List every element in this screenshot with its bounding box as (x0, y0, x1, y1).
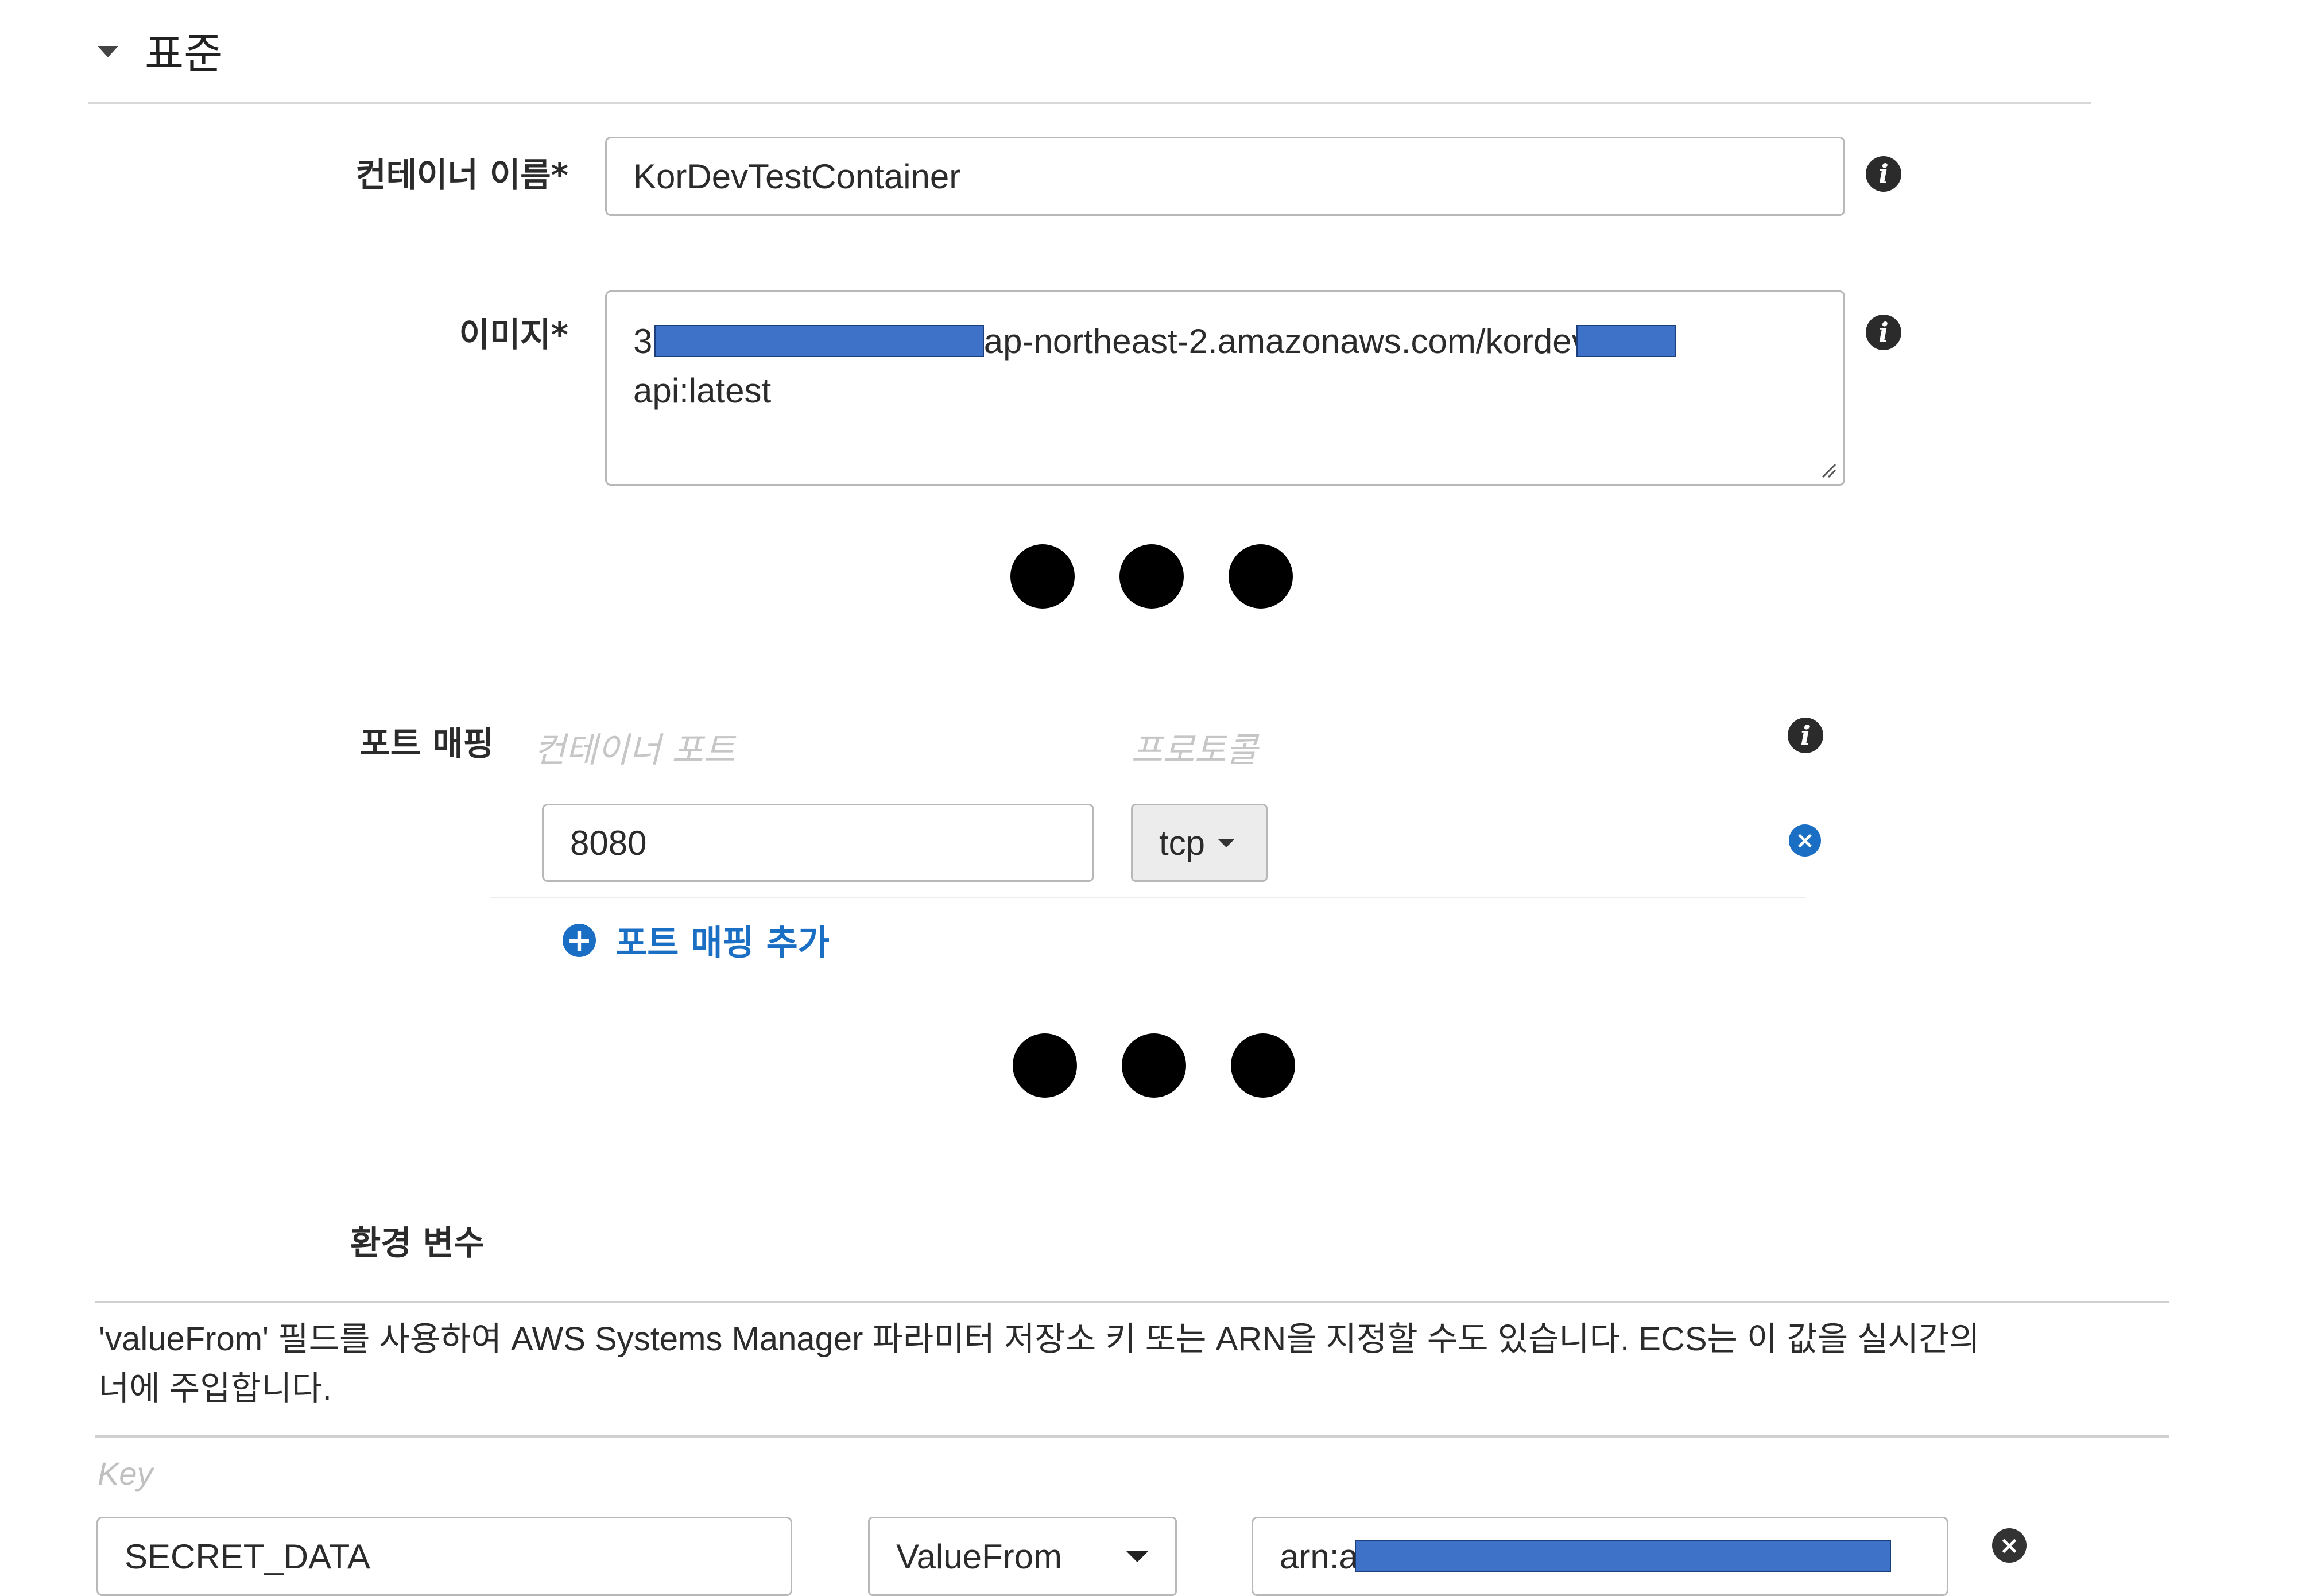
image-line-2: api:latest (633, 366, 1843, 415)
env-description-line-2: 너에 주입합니다. (99, 1370, 332, 1407)
caret-down-icon[interactable] (98, 46, 118, 57)
env-vars-label: 환경 변수 (350, 1223, 485, 1262)
redaction-block (1576, 325, 1676, 357)
container-name-input[interactable]: KorDevTestContainer (605, 137, 1845, 216)
ellipsis-dot (1229, 544, 1293, 609)
container-port-input[interactable]: 8080 (542, 804, 1094, 882)
redaction-block (654, 325, 984, 357)
env-value-prefix: arn:a (1280, 1537, 1358, 1576)
port-mapping-label: 포트 매핑 (359, 724, 494, 763)
section-header[interactable]: 표준 (98, 24, 223, 79)
plus-circle-icon: + (563, 923, 596, 957)
info-icon[interactable]: i (1866, 156, 1901, 192)
key-header: Key (98, 1455, 153, 1492)
image-textarea[interactable]: 31 ap-northeast-2.amazonaws.com/kordev a… (605, 290, 1845, 486)
ellipsis-dot (1231, 1033, 1295, 1098)
redaction-block (1354, 1540, 1891, 1572)
chevron-down-icon (1126, 1551, 1149, 1562)
ellipsis-dot (1122, 1033, 1186, 1098)
section-title: 표준 (145, 29, 223, 79)
protocol-value: tcp (1159, 823, 1206, 862)
image-label: 이미지* (459, 315, 568, 354)
image-line1-middle: ap-northeast-2.amazonaws.com/kordev (983, 321, 1589, 361)
env-key-value: SECRET_DATA (125, 1537, 370, 1576)
env-description: 'valueFrom' 필드를 사용하여 AWS Systems Manager… (99, 1315, 2169, 1413)
env-divider-top (95, 1301, 2169, 1303)
env-type-select[interactable]: ValueFrom (868, 1517, 1177, 1596)
resize-grip-icon[interactable] (1819, 461, 1836, 478)
container-name-label: 컨테이너 이름* (355, 156, 568, 195)
container-name-value: KorDevTestContainer (633, 157, 961, 196)
row-divider (490, 897, 1806, 898)
add-port-mapping-label: 포트 매핑 추가 (615, 923, 830, 963)
info-icon[interactable]: i (1866, 315, 1901, 350)
section-divider (88, 102, 2091, 104)
ellipsis-dot (1010, 544, 1075, 609)
ellipsis-dot (1119, 544, 1184, 609)
protocol-header: 프로토콜 (1131, 730, 1258, 770)
env-key-input[interactable]: SECRET_DATA (96, 1517, 792, 1596)
remove-port-icon[interactable]: × (1789, 824, 1821, 857)
env-type-value: ValueFrom (896, 1537, 1062, 1576)
container-port-header: 컨테이너 포트 (534, 730, 735, 770)
chevron-down-icon (1218, 838, 1235, 847)
info-icon[interactable]: i (1788, 718, 1823, 753)
image-line-1: 31 ap-northeast-2.amazonaws.com/kordev (633, 316, 1843, 366)
env-description-line-1: 'valueFrom' 필드를 사용하여 AWS Systems Manager… (99, 1320, 1980, 1358)
env-divider-bottom (95, 1435, 2169, 1438)
protocol-select[interactable]: tcp (1131, 804, 1268, 882)
ellipsis-dot (1013, 1033, 1077, 1098)
image-line2-value: api:latest (633, 371, 772, 410)
container-port-value: 8080 (570, 823, 647, 862)
env-value-input[interactable]: arn:a (1252, 1517, 1948, 1596)
remove-env-icon[interactable]: × (1992, 1528, 2027, 1563)
add-port-mapping-link[interactable]: + 포트 매핑 추가 (563, 915, 830, 965)
